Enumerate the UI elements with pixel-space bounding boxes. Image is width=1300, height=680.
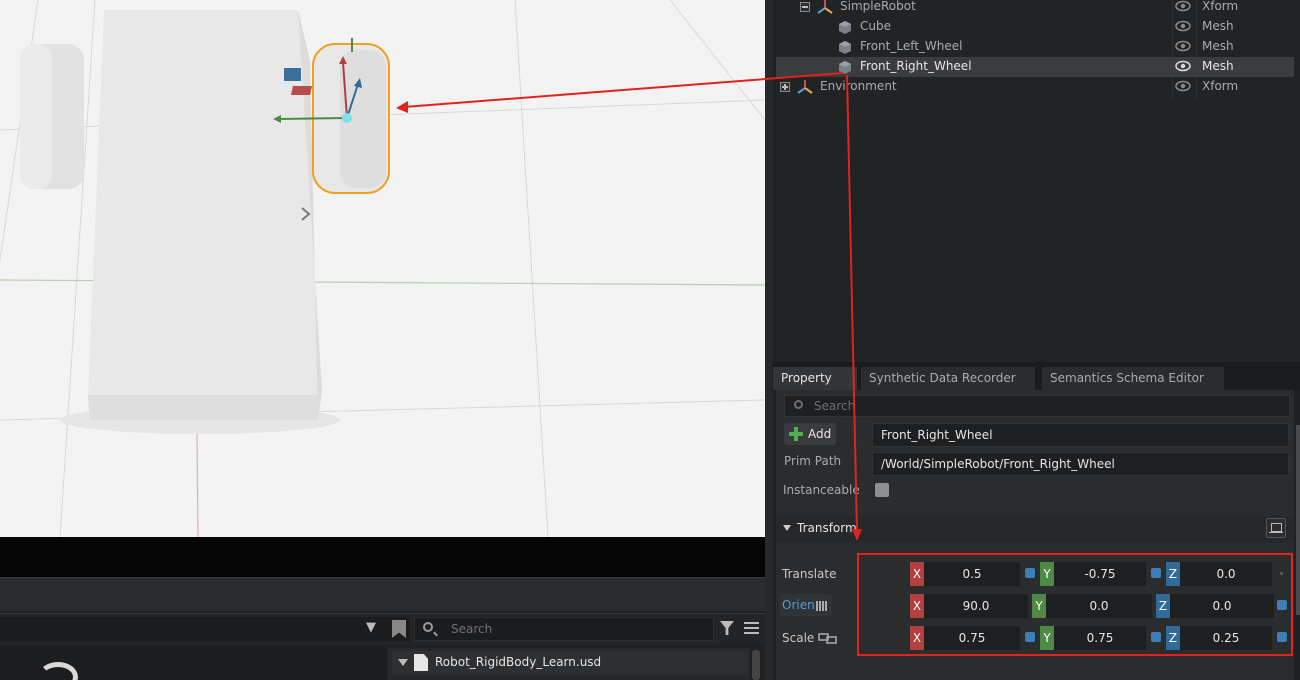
panel-divider xyxy=(0,577,765,611)
xform-icon xyxy=(797,80,813,94)
tab-synthetic-data-recorder[interactable]: Synthetic Data Recorder xyxy=(861,367,1035,390)
bars-icon xyxy=(816,600,828,614)
property-search-placeholder: Search xyxy=(814,399,856,413)
eye-icon[interactable] xyxy=(1175,0,1191,12)
viewport-scene[interactable] xyxy=(0,0,765,537)
menu-icon[interactable] xyxy=(744,622,759,637)
stage-row-label: Cube xyxy=(860,19,891,33)
content-search-input[interactable]: Search xyxy=(414,617,714,641)
add-button-label: Add xyxy=(808,427,832,441)
prim-path-field[interactable]: /World/SimpleRobot/Front_Right_Wheel xyxy=(872,452,1289,476)
scale-label: Scale xyxy=(782,631,815,645)
search-icon xyxy=(794,400,803,409)
tab-semantics-schema-editor[interactable]: Semantics Schema Editor xyxy=(1042,367,1224,390)
orient-label-button[interactable]: Orien xyxy=(780,594,832,616)
mesh-icon xyxy=(839,61,851,74)
stage-row-environment[interactable]: Environment Xform xyxy=(776,77,1294,97)
add-button[interactable]: Add xyxy=(784,423,836,445)
file-item[interactable]: Robot_RigidBody_Learn.usd xyxy=(392,651,748,675)
xform-icon xyxy=(817,0,833,14)
search-icon xyxy=(423,622,433,632)
stage-row-type: Xform xyxy=(1202,0,1239,13)
link-icon[interactable] xyxy=(818,632,838,644)
orient-label: Orien xyxy=(782,598,815,612)
property-search-input[interactable]: Search xyxy=(784,395,1290,417)
instanceable-label: Instanceable xyxy=(783,483,860,497)
stage-row-cube[interactable]: Cube Mesh xyxy=(776,17,1294,37)
stage-row-front-left-wheel[interactable]: Front_Left_Wheel Mesh xyxy=(776,37,1294,57)
expand-icon[interactable] xyxy=(398,659,408,666)
viewport[interactable] xyxy=(0,0,765,537)
vertical-splitter[interactable] xyxy=(765,0,773,680)
stage-row-type: Mesh xyxy=(1202,59,1234,73)
stage-row-front-right-wheel[interactable]: Front_Right_Wheel Mesh xyxy=(776,57,1294,77)
stage-row-label: Front_Left_Wheel xyxy=(860,39,963,53)
viewport-footer xyxy=(0,537,765,577)
stage-row-type: Xform xyxy=(1202,79,1239,93)
stage-row-label: Environment xyxy=(820,79,897,93)
file-name: Robot_RigidBody_Learn.usd xyxy=(435,655,602,669)
plus-icon xyxy=(789,427,803,441)
transform-section-header[interactable]: Transform xyxy=(776,516,1294,542)
stage-row-simplerobot[interactable]: SimpleRobot Xform xyxy=(776,0,1294,17)
stage-row-label: Front_Right_Wheel xyxy=(860,59,972,73)
content-path-field[interactable] xyxy=(0,617,410,641)
mesh-icon xyxy=(839,21,851,34)
eye-icon[interactable] xyxy=(1175,80,1191,92)
collapse-icon[interactable] xyxy=(783,525,791,531)
transform-menu-button[interactable] xyxy=(1266,518,1286,538)
stage-row-type: Mesh xyxy=(1202,19,1234,33)
prim-path-label: Prim Path xyxy=(784,454,842,468)
mesh-icon xyxy=(839,41,851,54)
eye-icon[interactable] xyxy=(1175,40,1191,52)
stage-row-type: Mesh xyxy=(1202,39,1234,53)
tab-property[interactable]: Property xyxy=(773,367,857,390)
prim-name-field[interactable]: Front_Right_Wheel xyxy=(872,423,1289,447)
eye-icon[interactable] xyxy=(1175,20,1191,32)
collapse-icon[interactable] xyxy=(800,2,810,12)
annotation-box xyxy=(857,553,1293,656)
file-icon xyxy=(414,654,428,671)
instanceable-checkbox[interactable] xyxy=(875,483,889,497)
content-search-placeholder: Search xyxy=(451,622,493,636)
eye-icon[interactable] xyxy=(1175,60,1191,72)
translate-label: Translate xyxy=(782,567,837,581)
stage-row-label: SimpleRobot xyxy=(840,0,916,13)
scrollbar[interactable] xyxy=(752,650,760,680)
expand-icon[interactable] xyxy=(780,82,790,92)
transform-label: Transform xyxy=(797,521,857,535)
property-scrollbar[interactable] xyxy=(1296,425,1300,615)
chevron-down-icon[interactable]: ▼ xyxy=(366,620,376,635)
